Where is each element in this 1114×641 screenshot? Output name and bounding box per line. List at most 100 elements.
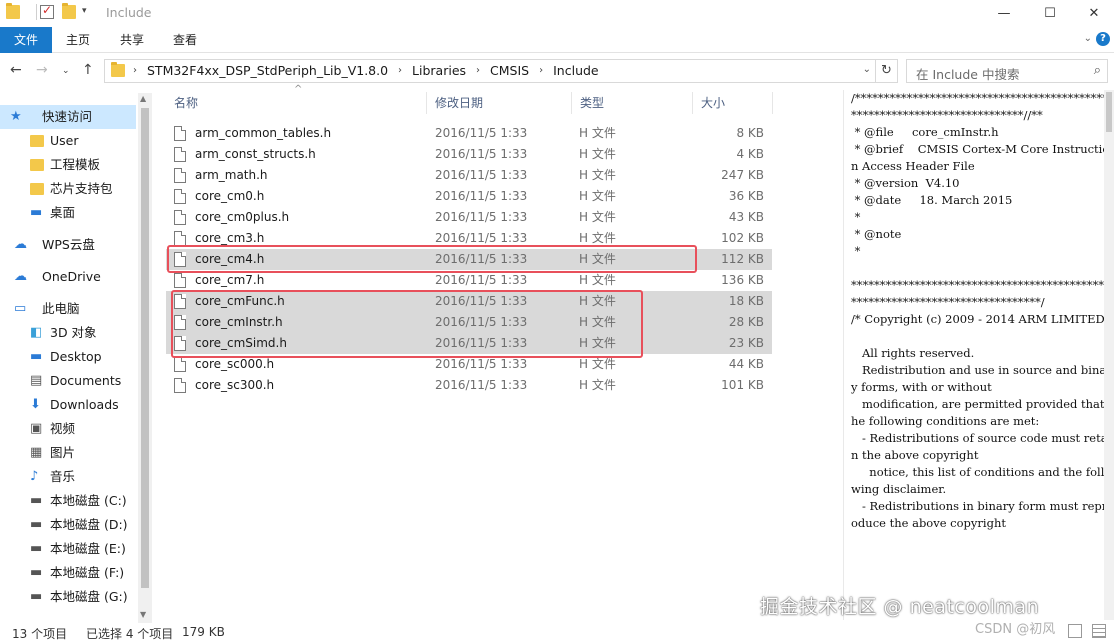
quick-access-dropdown-icon[interactable]: ▾: [82, 6, 87, 16]
file-name: core_sc300.h: [195, 378, 275, 392]
sidebar-item[interactable]: ⬇ Downloads: [0, 393, 136, 417]
file-type: H 文件: [579, 210, 616, 224]
ribbon-expand-icon[interactable]: ⌄: [1084, 33, 1092, 44]
sidebar-item[interactable]: ♪ 音乐: [0, 465, 136, 489]
sidebar-item[interactable]: ▬ 本地磁盘 (G:): [0, 585, 136, 609]
sidebar-item[interactable]: ★ 快速访问: [0, 105, 136, 129]
tab-share[interactable]: 共享: [108, 27, 156, 53]
nav-scrollbar-thumb[interactable]: [141, 108, 149, 588]
sidebar-item[interactable]: 工程模板: [0, 153, 136, 177]
chevron-down-icon[interactable]: ⌄: [863, 64, 871, 75]
breadcrumb-item[interactable]: STM32F4xx_DSP_StdPeriph_Lib_V1.8.0: [147, 60, 388, 82]
sidebar-item[interactable]: ☁ WPS云盘: [0, 233, 136, 257]
file-type: H 文件: [579, 315, 616, 329]
preview-scrollbar-thumb[interactable]: [1106, 92, 1112, 132]
cloud-icon: ☁: [14, 237, 27, 252]
minimize-button[interactable]: —: [982, 0, 1026, 27]
file-row[interactable]: arm_math.h 2016/11/5 1:33 H 文件 247 KB: [166, 165, 772, 186]
sidebar-item[interactable]: ▤ Documents: [0, 369, 136, 393]
search-placeholder: 在 Include 中搜索: [916, 67, 1020, 82]
refresh-button[interactable]: ↻: [876, 59, 898, 83]
help-icon[interactable]: ?: [1096, 32, 1110, 46]
sidebar-item[interactable]: 芯片支持包: [0, 177, 136, 201]
status-bar: 13 个项目 已选择 4 个项目 179 KB: [0, 623, 1114, 641]
folder-icon: [111, 62, 125, 77]
navigation-pane: ★ 快速访问 User 工程模板 芯片支持包 ▬ 桌面 ☁ WPS云盘 ☁ OneDrive ▭ 此电脑…: [0, 93, 152, 623]
chevron-right-icon[interactable]: ›: [133, 60, 137, 82]
file-row[interactable]: core_sc300.h 2016/11/5 1:33 H 文件 101 KB: [166, 375, 772, 396]
file-icon: [174, 168, 186, 183]
column-header-name[interactable]: 名称: [166, 90, 426, 116]
sidebar-item[interactable]: ◧ 3D 对象: [0, 321, 136, 345]
details-view-icon[interactable]: [1068, 624, 1082, 638]
list-view-icon[interactable]: [1092, 624, 1106, 638]
properties-icon[interactable]: [40, 3, 54, 19]
scroll-down-icon[interactable]: ▼: [140, 610, 146, 619]
file-row[interactable]: core_cmInstr.h 2016/11/5 1:33 H 文件 28 KB: [166, 312, 772, 333]
file-row[interactable]: core_cm4.h 2016/11/5 1:33 H 文件 112 KB: [166, 249, 772, 270]
up-arrow-icon[interactable]: ↑: [82, 62, 94, 78]
sidebar-item[interactable]: ▬ 本地磁盘 (F:): [0, 561, 136, 585]
column-header-type[interactable]: 类型: [572, 90, 692, 116]
breadcrumb-item[interactable]: Include: [553, 60, 599, 82]
tab-file[interactable]: 文件: [0, 27, 52, 53]
sidebar-item[interactable]: ▬ 本地磁盘 (D:): [0, 513, 136, 537]
breadcrumb: › STM32F4xx_DSP_StdPeriph_Lib_V1.8.0 › L…: [133, 60, 599, 82]
sidebar-item[interactable]: ▬ 桌面: [0, 201, 136, 225]
maximize-button[interactable]: ☐: [1028, 0, 1072, 27]
column-header-date[interactable]: 修改日期: [427, 90, 571, 116]
file-name: core_cm4.h: [195, 252, 265, 266]
watermark-sub: CSDN @初风: [975, 622, 1056, 637]
file-name: arm_const_structs.h: [195, 147, 316, 161]
file-row[interactable]: core_cmFunc.h 2016/11/5 1:33 H 文件 18 KB: [166, 291, 772, 312]
column-header-size[interactable]: 大小: [693, 90, 773, 116]
file-name: core_cm0.h: [195, 189, 265, 203]
breadcrumb-item[interactable]: CMSIS: [490, 60, 529, 82]
chevron-right-icon[interactable]: ›: [398, 60, 402, 82]
file-row[interactable]: core_cm0.h 2016/11/5 1:33 H 文件 36 KB: [166, 186, 772, 207]
sidebar-item[interactable]: ▬ 本地磁盘 (C:): [0, 489, 136, 513]
search-icon[interactable]: ⌕: [1094, 63, 1101, 78]
file-row[interactable]: core_cm3.h 2016/11/5 1:33 H 文件 102 KB: [166, 228, 772, 249]
sidebar-item[interactable]: ▬ 本地磁盘 (E:): [0, 537, 136, 561]
file-size: 4 KB: [736, 147, 764, 161]
sidebar-item[interactable]: ▣ 视频: [0, 417, 136, 441]
sidebar-item[interactable]: ▦ 图片: [0, 441, 136, 465]
close-button[interactable]: ✕: [1072, 0, 1114, 27]
tab-home[interactable]: 主页: [54, 27, 102, 53]
file-row[interactable]: core_sc000.h 2016/11/5 1:33 H 文件 44 KB: [166, 354, 772, 375]
sidebar-item-label: Downloads: [50, 397, 119, 412]
search-input[interactable]: 在 Include 中搜索 ⌕: [906, 59, 1108, 83]
file-list: ^ 名称 修改日期 类型 大小 arm_common_tables.h 2016/…: [166, 84, 776, 620]
chevron-right-icon[interactable]: ›: [476, 60, 480, 82]
recent-locations-icon[interactable]: ⌄: [62, 66, 70, 76]
file-row[interactable]: core_cm0plus.h 2016/11/5 1:33 H 文件 43 KB: [166, 207, 772, 228]
file-row[interactable]: arm_common_tables.h 2016/11/5 1:33 H 文件 8 K…: [166, 123, 772, 144]
breadcrumb-item[interactable]: Libraries: [412, 60, 466, 82]
sidebar-item-label: 图片: [50, 445, 76, 460]
sidebar-item[interactable]: ▬ Desktop: [0, 345, 136, 369]
back-arrow-icon[interactable]: ←: [10, 62, 22, 78]
window-title: Include: [106, 5, 152, 20]
sidebar-item[interactable]: ▭ 此电脑: [0, 297, 136, 321]
sidebar-item-label: 快速访问: [42, 109, 93, 124]
file-type: H 文件: [579, 168, 616, 182]
file-size: 8 KB: [736, 126, 764, 140]
file-row[interactable]: core_cmSimd.h 2016/11/5 1:33 H 文件 23 KB: [166, 333, 772, 354]
column-divider[interactable]: [772, 92, 773, 114]
file-size: 136 KB: [721, 273, 764, 287]
file-type: H 文件: [579, 336, 616, 350]
sidebar-item-label: 3D 对象: [50, 325, 97, 340]
address-bar[interactable]: › STM32F4xx_DSP_StdPeriph_Lib_V1.8.0 › L…: [104, 59, 876, 83]
new-folder-icon[interactable]: [62, 3, 76, 19]
tab-view[interactable]: 查看: [161, 27, 209, 53]
file-row[interactable]: arm_const_structs.h 2016/11/5 1:33 H 文件 4 K…: [166, 144, 772, 165]
sidebar-item[interactable]: User: [0, 129, 136, 153]
title-bar: ▾ Include — ☐ ✕: [0, 0, 1114, 27]
scroll-up-icon[interactable]: ▲: [140, 94, 146, 103]
chevron-right-icon[interactable]: ›: [539, 60, 543, 82]
sidebar-item[interactable]: ☁ OneDrive: [0, 265, 136, 289]
file-row[interactable]: core_cm7.h 2016/11/5 1:33 H 文件 136 KB: [166, 270, 772, 291]
preview-scrollbar[interactable]: [1104, 90, 1114, 620]
forward-arrow-icon[interactable]: →: [36, 62, 48, 78]
